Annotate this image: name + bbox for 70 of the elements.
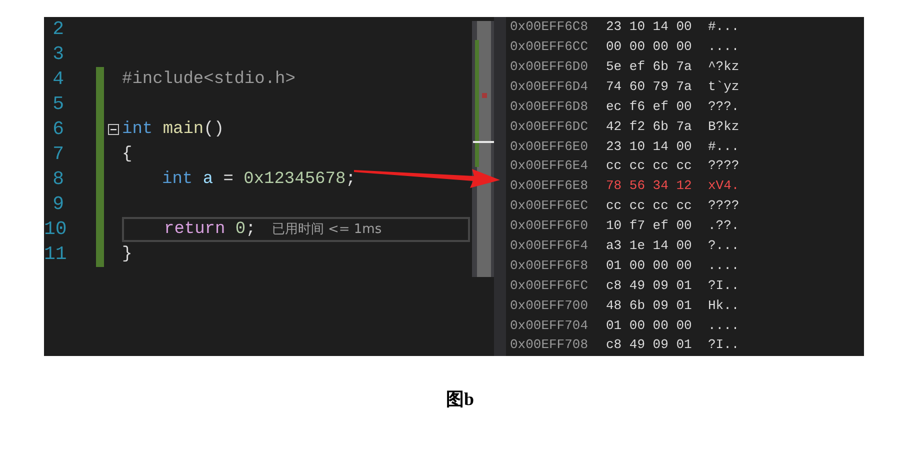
- memory-address: 0x00EFF6EC: [510, 197, 590, 216]
- elapsed-time-hint: 已用时间 <= 1ms: [272, 220, 382, 239]
- figure-caption: 图b: [446, 388, 474, 411]
- memory-address: 0x00EFF6D8: [510, 98, 590, 116]
- memory-bytes: 48 6b 09 01: [606, 296, 693, 315]
- code-line: int main(): [122, 118, 224, 141]
- code-line: return 0;: [164, 218, 256, 241]
- memory-ascii: ????: [708, 157, 740, 176]
- memory-bytes: 42 f2 6b 7a: [606, 118, 693, 136]
- line-number: 5: [52, 95, 64, 114]
- memory-address: 0x00EFF704: [510, 316, 590, 335]
- memory-bytes: 00 00 00 00: [606, 38, 693, 56]
- memory-address: 0x00EFF6F0: [510, 217, 590, 236]
- memory-address: 0x00EFF6F8: [510, 256, 590, 275]
- memory-address: 0x00EFF6FC: [510, 276, 590, 295]
- memory-bytes: 23 10 14 00: [606, 18, 693, 36]
- memory-bytes: c8 49 09 01: [606, 276, 693, 295]
- memory-address: 0x00EFF6E8: [510, 177, 590, 196]
- line-number: 2: [52, 20, 64, 39]
- code-line: #include<stdio.h>: [122, 68, 296, 91]
- line-number: 11: [44, 245, 64, 264]
- memory-ascii: ???.: [708, 98, 740, 116]
- memory-ascii: ?...: [708, 236, 740, 255]
- memory-bytes: c8 49 09 01: [606, 336, 693, 354]
- memory-bytes: cc cc cc cc: [606, 157, 693, 176]
- memory-address: 0x00EFF6F4: [510, 236, 590, 255]
- memory-address: 0x00EFF708: [510, 336, 590, 354]
- line-number: 4: [52, 70, 64, 89]
- memory-bytes: 23 10 14 00: [606, 138, 693, 156]
- code-line: int a = 0x12345678;: [162, 168, 356, 191]
- memory-ascii: ^?kz: [708, 58, 740, 76]
- memory-ascii: xV4.: [708, 177, 740, 196]
- memory-bytes: 74 60 79 7a: [606, 78, 693, 96]
- code-line: }: [122, 244, 132, 266]
- memory-address: 0x00EFF6D0: [510, 58, 590, 76]
- line-number: 7: [52, 145, 64, 164]
- memory-ascii: ....: [708, 316, 740, 335]
- memory-ascii: t`yz: [708, 78, 740, 96]
- memory-bytes: 01 00 00 00: [606, 256, 693, 275]
- memory-ascii: Hk..: [708, 296, 740, 315]
- memory-ascii: ?I..: [708, 276, 740, 295]
- line-number: 3: [52, 45, 64, 64]
- memory-ascii: #...: [708, 18, 740, 36]
- memory-address: 0x00EFF6C8: [510, 18, 590, 36]
- memory-ascii: ....: [708, 38, 740, 56]
- memory-bytes: 10 f7 ef 00: [606, 217, 693, 236]
- line-number: 9: [52, 195, 64, 214]
- memory-address: 0x00EFF6E4: [510, 157, 590, 176]
- memory-bytes: ec f6 ef 00: [606, 98, 693, 116]
- memory-bytes: a3 1e 14 00: [606, 236, 693, 255]
- memory-bytes: cc cc cc cc: [606, 197, 693, 216]
- memory-ascii: #...: [708, 138, 740, 156]
- memory-address: 0x00EFF6E0: [510, 138, 590, 156]
- line-number: 10: [44, 220, 64, 239]
- memory-address: 0x00EFF6DC: [510, 118, 590, 136]
- line-number: 6: [52, 120, 64, 139]
- line-number: 8: [52, 170, 64, 189]
- code-line: {: [122, 144, 132, 166]
- memory-bytes: 78 56 34 12: [606, 177, 693, 196]
- memory-ascii: .??.: [708, 217, 740, 236]
- memory-ascii: ????: [708, 197, 740, 216]
- memory-bytes: 5e ef 6b 7a: [606, 58, 693, 76]
- memory-bytes: 01 00 00 00: [606, 316, 693, 335]
- collapse-icon[interactable]: [108, 124, 118, 135]
- memory-ascii: B?kz: [708, 118, 740, 136]
- memory-address: 0x00EFF6D4: [510, 78, 590, 96]
- memory-ascii: ....: [708, 256, 740, 275]
- memory-address: 0x00EFF700: [510, 296, 590, 315]
- memory-ascii: ?I..: [708, 336, 740, 354]
- memory-address: 0x00EFF6CC: [510, 38, 590, 56]
